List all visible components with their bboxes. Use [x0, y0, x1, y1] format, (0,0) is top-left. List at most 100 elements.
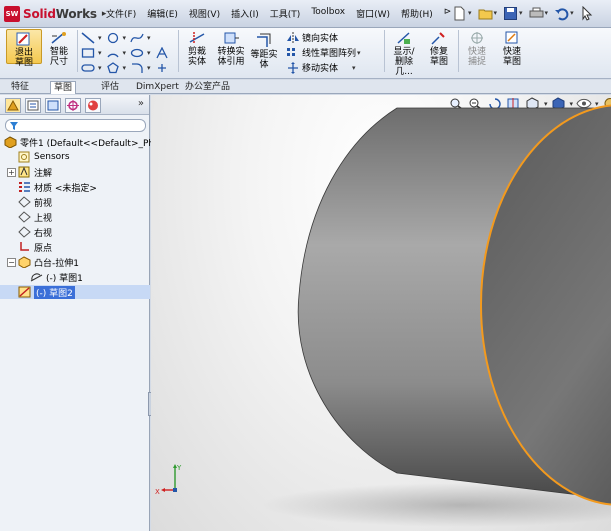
configuration-manager-icon	[47, 100, 59, 111]
convert-entities-button[interactable]: 转换实体引用	[214, 30, 248, 67]
open-icon	[478, 9, 493, 19]
ribbon-separator	[458, 30, 459, 72]
print-icon	[529, 7, 544, 17]
menu-pin[interactable]: ⊳	[444, 7, 452, 20]
tree-item-annotations[interactable]: + 注解	[7, 165, 52, 179]
app-name: SolidWorks	[23, 7, 97, 21]
tree-item-sketch1[interactable]: (-) 草图1	[30, 270, 83, 284]
trim-entities-button[interactable]: 剪裁实体	[181, 30, 213, 67]
tree-item-top-plane[interactable]: 上视	[18, 210, 52, 224]
configuration-manager-tab[interactable]	[45, 98, 61, 113]
sensor-icon	[18, 151, 30, 163]
menu-file[interactable]: 文件(F)	[106, 7, 136, 20]
linear-pattern-button[interactable]: 线性草图阵列 ▾	[286, 45, 365, 60]
smart-dimension-button[interactable]: 智能尺寸	[43, 30, 75, 67]
menu-edit[interactable]: 编辑(E)	[147, 7, 178, 20]
feature-tree-tab[interactable]	[5, 98, 21, 113]
plane-icon	[18, 211, 31, 223]
quick-snaps-button[interactable]: 快速捕捉	[462, 30, 492, 67]
spline-icon[interactable]	[130, 32, 144, 44]
display-manager-tab[interactable]	[85, 98, 101, 113]
panel-tab-bar: »	[0, 95, 149, 115]
sketch-tools-row-2: ▾ ▾ ▾	[81, 45, 171, 60]
convert-entities-icon	[224, 32, 239, 44]
tab-sketch[interactable]: 草图	[50, 81, 77, 94]
rectangle-icon[interactable]	[81, 47, 95, 59]
tree-item-material[interactable]: 材质 <未指定>	[18, 180, 97, 194]
menu-toolbox[interactable]: Toolbox	[311, 7, 345, 20]
arc-icon[interactable]	[106, 47, 120, 59]
polygon-icon[interactable]	[106, 61, 120, 74]
menu-tools[interactable]: 工具(T)	[270, 7, 301, 20]
app-logo[interactable]: SW SolidWorks ▸	[4, 5, 106, 23]
offset-entities-button[interactable]: 等距实体	[249, 33, 279, 70]
repair-sketch-button[interactable]: 修复草图	[424, 30, 454, 67]
tree-filter-bar[interactable]	[5, 119, 146, 132]
triad-x-label: X	[155, 488, 160, 496]
line-icon[interactable]	[81, 31, 95, 44]
tab-evaluate[interactable]: 评估	[98, 81, 122, 94]
tab-dimxpert[interactable]: DimXpert	[133, 81, 182, 94]
display-delete-relations-button[interactable]: 显示/删除几...	[386, 30, 422, 77]
slot-icon[interactable]	[81, 62, 95, 74]
linear-pattern-icon	[287, 47, 295, 56]
sketch-icon	[30, 273, 43, 282]
select-button[interactable]	[580, 4, 595, 22]
reference-triad: Y X	[155, 464, 182, 496]
cylinder-model[interactable]	[151, 95, 611, 531]
new-button[interactable]: ▾	[452, 4, 472, 22]
undo-button[interactable]: ▾	[554, 4, 574, 22]
relations-icon	[397, 32, 410, 44]
menu-view[interactable]: 视图(V)	[189, 7, 220, 20]
feature-tree-icon	[7, 99, 19, 111]
sketch-icon	[18, 286, 31, 298]
offset-entities-icon	[257, 33, 271, 47]
move-entities-button[interactable]: 移动实体 ▾	[286, 60, 360, 75]
ellipse-icon[interactable]	[130, 47, 144, 59]
tree-item-sensors[interactable]: Sensors	[18, 150, 70, 164]
command-manager-tabs: 特征 草图 评估 DimXpert 办公室产品	[0, 80, 611, 94]
exit-sketch-button[interactable]: 退出草图	[6, 29, 42, 68]
property-manager-tab[interactable]	[25, 98, 41, 113]
tab-features[interactable]: 特征	[8, 81, 32, 94]
tree-item-origin[interactable]: 原点	[18, 240, 52, 254]
menu-help[interactable]: 帮助(H)	[401, 7, 433, 20]
part-icon	[4, 136, 17, 148]
rapid-sketch-icon	[505, 31, 518, 44]
save-button[interactable]: ▾	[503, 4, 523, 22]
save-icon	[504, 6, 518, 20]
solidworks-logo-icon: SW	[4, 6, 20, 22]
mirror-entities-button[interactable]: 镜向实体	[286, 30, 338, 45]
panel-expand-icon[interactable]: »	[138, 98, 144, 109]
title-bar: SW SolidWorks ▸ 文件(F) 编辑(E) 视图(V) 插入(I) …	[0, 0, 611, 28]
rapid-sketch-button[interactable]: 快速草图	[496, 30, 528, 67]
dimxpert-manager-tab[interactable]	[65, 98, 81, 113]
tab-office-products[interactable]: 办公室产品	[182, 81, 233, 94]
menu-window[interactable]: 窗口(W)	[356, 7, 390, 20]
menu-insert[interactable]: 插入(I)	[231, 7, 259, 20]
tree-item-part[interactable]: 零件1 (Default<<Default>_Ph	[4, 135, 154, 149]
fillet-icon[interactable]	[130, 62, 144, 74]
tree-item-sketch2[interactable]: (-) 草图2	[0, 285, 150, 299]
mirror-icon	[287, 31, 299, 44]
material-icon	[19, 182, 30, 192]
open-button[interactable]: ▾	[478, 4, 497, 22]
feature-manager-panel: » 零件1 (Default<<Default>_Ph Sensors + 注解…	[0, 95, 154, 531]
move-icon	[288, 61, 298, 74]
quick-snaps-icon	[471, 32, 483, 44]
tree-item-front-plane[interactable]: 前视	[18, 195, 52, 209]
tree-item-boss-extrude[interactable]: − 凸台-拉伸1	[7, 255, 79, 269]
expand-icon[interactable]: +	[7, 167, 16, 177]
ribbon-separator	[178, 30, 179, 72]
select-icon	[582, 5, 592, 21]
circle-icon[interactable]	[106, 32, 120, 44]
display-manager-icon	[88, 100, 98, 111]
tree-item-right-plane[interactable]: 右视	[18, 225, 52, 239]
point-icon[interactable]	[155, 62, 169, 74]
collapse-icon[interactable]: −	[7, 257, 16, 267]
menu-bar: 文件(F) 编辑(E) 视图(V) 插入(I) 工具(T) Toolbox 窗口…	[106, 7, 462, 20]
graphics-area[interactable]: ▾ ▾ ▾ ▾	[151, 95, 611, 531]
command-manager: 退出草图 智能尺寸 ▾ ▾ ▾ ▾ ▾ ▾ ▾ ▾ ▾ 剪裁实体 转换实体引用 …	[0, 28, 611, 79]
text-sketch-icon[interactable]	[155, 46, 169, 59]
print-button[interactable]: ▾	[529, 4, 548, 22]
